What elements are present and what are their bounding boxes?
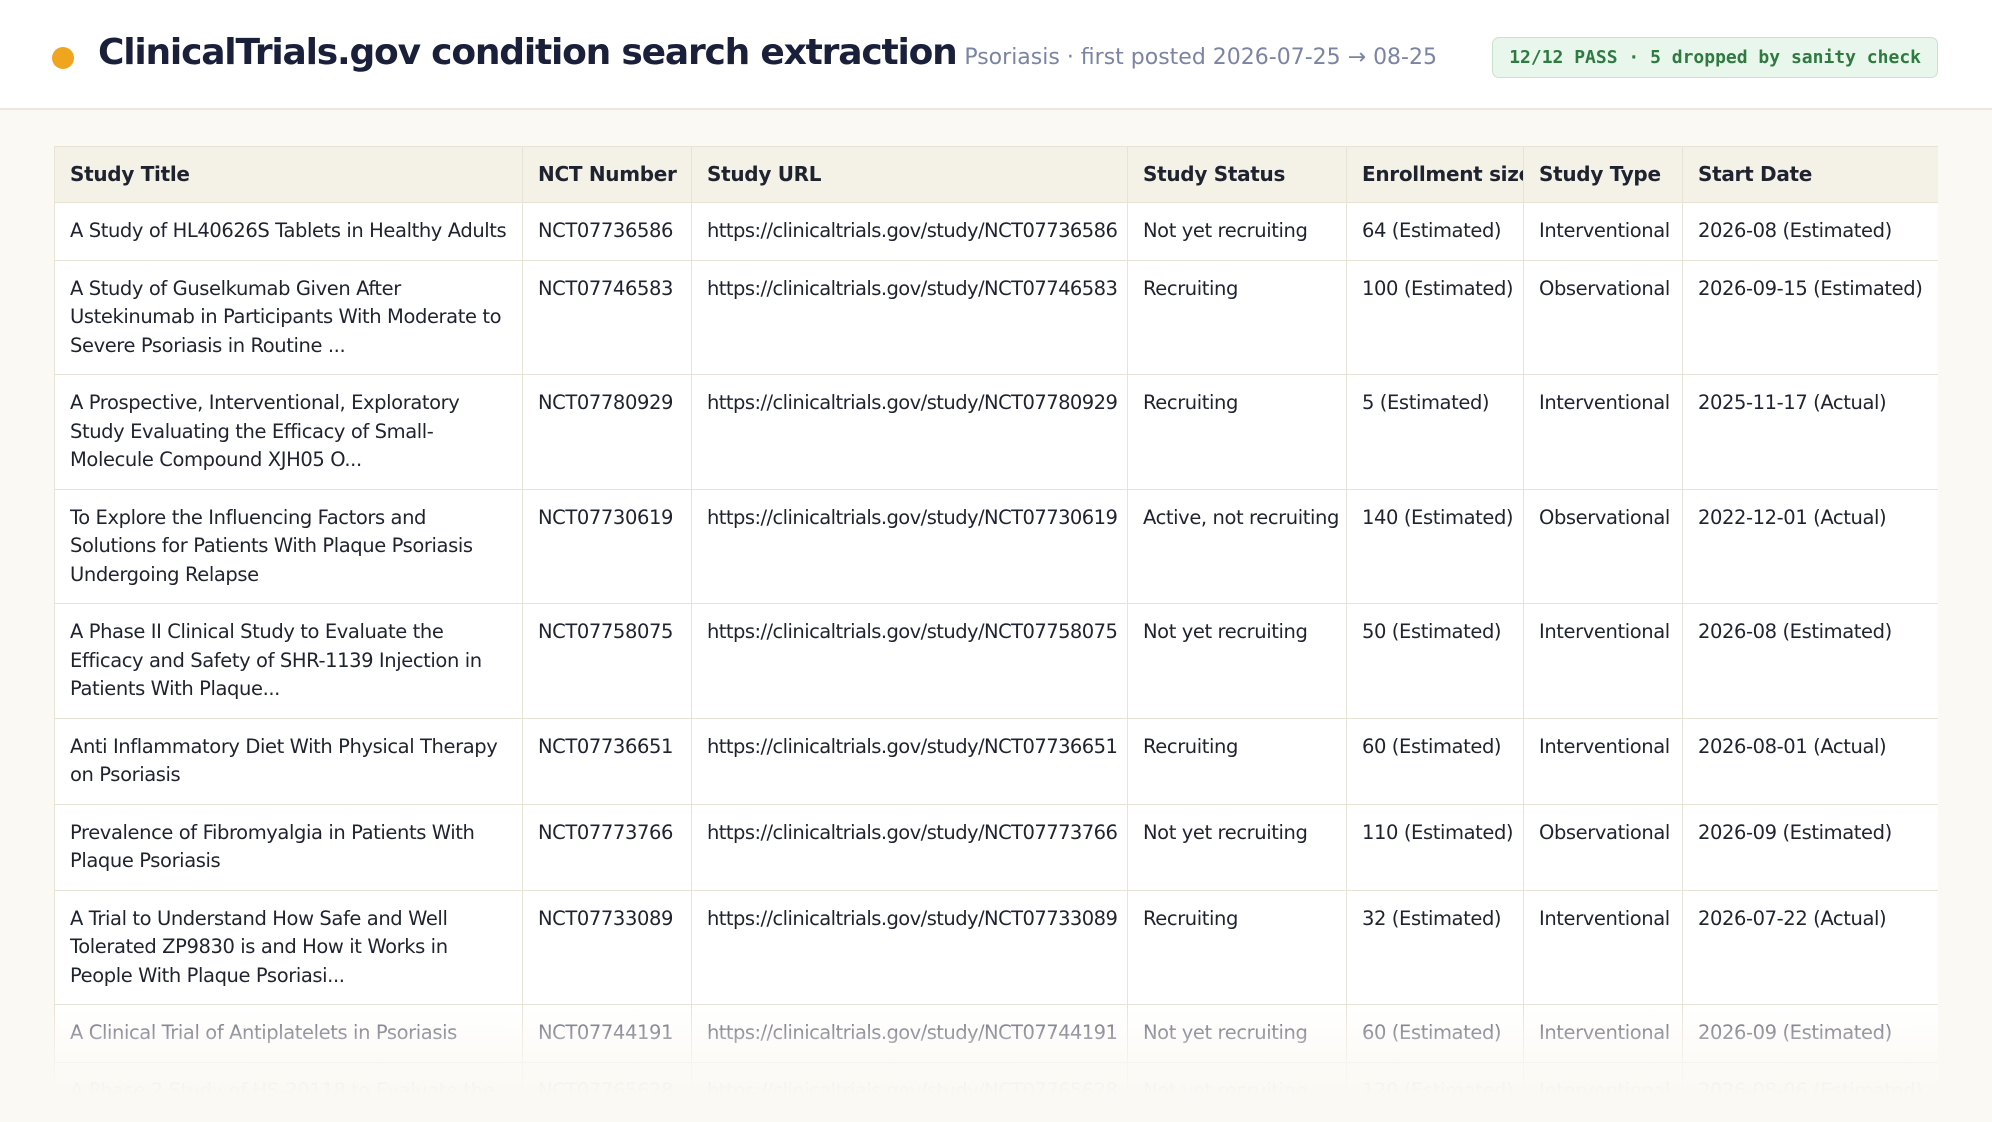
cell-study-url[interactable]: https://clinicaltrials.gov/study/NCT0773…: [691, 202, 1128, 261]
cell-study-url[interactable]: https://clinicaltrials.gov/study/NCT0773…: [691, 889, 1128, 1005]
table-header-row: Study Title NCT Number Study URL Study S…: [54, 146, 1938, 203]
cell-study-type: Interventional: [1523, 374, 1683, 490]
cell-study-status: Not yet recruiting: [1127, 603, 1347, 719]
cell-nct-number: NCT07765628: [522, 1061, 692, 1096]
cell-study-status: Not yet recruiting: [1127, 1004, 1347, 1063]
table-row: A Prospective, Interventional, Explorato…: [54, 374, 1938, 490]
cell-study-status: Not yet recruiting: [1127, 803, 1347, 891]
cell-study-type: Observational: [1523, 259, 1683, 375]
cell-enrollment-size: 60 (Estimated): [1346, 1004, 1524, 1063]
cell-nct-number: NCT07758075: [522, 603, 692, 719]
cell-enrollment-size: 5 (Estimated): [1346, 374, 1524, 490]
cell-start-date: 2026-08 (Estimated): [1682, 202, 1938, 261]
cell-start-date: 2022-12-01 (Actual): [1682, 488, 1938, 604]
page-title: ClinicalTrials.gov condition search extr…: [98, 32, 958, 73]
column-header-study-title[interactable]: Study Title: [54, 146, 523, 203]
cell-study-type: Interventional: [1523, 1004, 1683, 1063]
status-dot: [52, 47, 74, 69]
table-row: A Trial to Understand How Safe and Well …: [54, 889, 1938, 1005]
cell-enrollment-size: 64 (Estimated): [1346, 202, 1524, 261]
column-header-study-url[interactable]: Study URL: [691, 146, 1128, 203]
cell-enrollment-size: 120 (Estimated): [1346, 1061, 1524, 1096]
cell-start-date: 2026-09 (Estimated): [1682, 1004, 1938, 1063]
cell-nct-number: NCT07746583: [522, 259, 692, 375]
column-header-nct-number[interactable]: NCT Number: [522, 146, 692, 203]
cell-nct-number: NCT07736586: [522, 202, 692, 261]
cell-study-type: Interventional: [1523, 603, 1683, 719]
cell-study-status: Not yet recruiting: [1127, 1061, 1347, 1096]
page-header: ClinicalTrials.gov condition search extr…: [0, 0, 1992, 110]
cell-enrollment-size: 60 (Estimated): [1346, 717, 1524, 805]
search-summary: Psoriasis · first posted 2026-07-25 → 08…: [964, 45, 1437, 70]
table-row: A Phase 2 Study of HS-20118 to Evaluate …: [54, 1061, 1938, 1096]
cell-study-status: Recruiting: [1127, 259, 1347, 375]
cell-study-type: Interventional: [1523, 717, 1683, 805]
results-table-container[interactable]: Study Title NCT Number Study URL Study S…: [54, 146, 1938, 1096]
cell-study-url[interactable]: https://clinicaltrials.gov/study/NCT0778…: [691, 374, 1128, 490]
cell-start-date: 2026-08-01 (Actual): [1682, 717, 1938, 805]
cell-study-type: Observational: [1523, 803, 1683, 891]
table-row: A Study of Guselkumab Given After Usteki…: [54, 259, 1938, 375]
cell-study-url[interactable]: https://clinicaltrials.gov/study/NCT0774…: [691, 259, 1128, 375]
table-row: To Explore the Influencing Factors and S…: [54, 488, 1938, 604]
cell-study-type: Interventional: [1523, 202, 1683, 261]
cell-study-title: Anti Inflammatory Diet With Physical The…: [54, 717, 523, 805]
column-header-study-status[interactable]: Study Status: [1127, 146, 1347, 203]
cell-study-status: Not yet recruiting: [1127, 202, 1347, 261]
cell-study-url[interactable]: https://clinicaltrials.gov/study/NCT0776…: [691, 1061, 1128, 1096]
cell-study-url[interactable]: https://clinicaltrials.gov/study/NCT0775…: [691, 603, 1128, 719]
column-header-enrollment-size[interactable]: Enrollment size: [1346, 146, 1524, 203]
table-row: A Clinical Trial of Antiplatelets in Pso…: [54, 1004, 1938, 1063]
cell-study-type: Observational: [1523, 488, 1683, 604]
cell-enrollment-size: 140 (Estimated): [1346, 488, 1524, 604]
table-row: Prevalence of Fibromyalgia in Patients W…: [54, 803, 1938, 891]
table-row: Anti Inflammatory Diet With Physical The…: [54, 717, 1938, 805]
cell-nct-number: NCT07780929: [522, 374, 692, 490]
cell-nct-number: NCT07736651: [522, 717, 692, 805]
cell-study-status: Recruiting: [1127, 374, 1347, 490]
results-table: Study Title NCT Number Study URL Study S…: [54, 146, 1938, 1096]
column-header-start-date[interactable]: Start Date: [1682, 146, 1938, 203]
cell-nct-number: NCT07744191: [522, 1004, 692, 1063]
cell-start-date: 2026-08 (Estimated): [1682, 603, 1938, 719]
cell-study-title: Prevalence of Fibromyalgia in Patients W…: [54, 803, 523, 891]
column-header-study-type[interactable]: Study Type: [1523, 146, 1683, 203]
cell-study-title: To Explore the Influencing Factors and S…: [54, 488, 523, 604]
cell-study-title: A Prospective, Interventional, Explorato…: [54, 374, 523, 490]
cell-start-date: 2026-09 (Estimated): [1682, 803, 1938, 891]
cell-enrollment-size: 100 (Estimated): [1346, 259, 1524, 375]
cell-study-url[interactable]: https://clinicaltrials.gov/study/NCT0777…: [691, 803, 1128, 891]
cell-nct-number: NCT07730619: [522, 488, 692, 604]
cell-study-url[interactable]: https://clinicaltrials.gov/study/NCT0773…: [691, 488, 1128, 604]
cell-study-title: A Clinical Trial of Antiplatelets in Pso…: [54, 1004, 523, 1063]
cell-study-title: A Study of HL40626S Tablets in Healthy A…: [54, 202, 523, 261]
cell-start-date: 2026-07-22 (Actual): [1682, 889, 1938, 1005]
cell-study-type: Interventional: [1523, 889, 1683, 1005]
cell-start-date: 2025-11-17 (Actual): [1682, 374, 1938, 490]
cell-study-title: A Study of Guselkumab Given After Usteki…: [54, 259, 523, 375]
pass-badge: 12/12 PASS · 5 dropped by sanity check: [1492, 37, 1938, 78]
cell-enrollment-size: 50 (Estimated): [1346, 603, 1524, 719]
table-row: A Study of HL40626S Tablets in Healthy A…: [54, 202, 1938, 261]
cell-study-status: Recruiting: [1127, 717, 1347, 805]
cell-study-url[interactable]: https://clinicaltrials.gov/study/NCT0773…: [691, 717, 1128, 805]
cell-study-status: Recruiting: [1127, 889, 1347, 1005]
cell-study-type: Interventional: [1523, 1061, 1683, 1096]
cell-study-title: A Trial to Understand How Safe and Well …: [54, 889, 523, 1005]
cell-enrollment-size: 32 (Estimated): [1346, 889, 1524, 1005]
cell-study-title: A Phase II Clinical Study to Evaluate th…: [54, 603, 523, 719]
cell-nct-number: NCT07733089: [522, 889, 692, 1005]
cell-study-status: Active, not recruiting: [1127, 488, 1347, 604]
cell-start-date: 2026-08-06 (Estimated): [1682, 1061, 1938, 1096]
table-row: A Phase II Clinical Study to Evaluate th…: [54, 603, 1938, 719]
cell-study-title: A Phase 2 Study of HS-20118 to Evaluate …: [54, 1061, 523, 1096]
cell-nct-number: NCT07773766: [522, 803, 692, 891]
cell-enrollment-size: 110 (Estimated): [1346, 803, 1524, 891]
cell-study-url[interactable]: https://clinicaltrials.gov/study/NCT0774…: [691, 1004, 1128, 1063]
cell-start-date: 2026-09-15 (Estimated): [1682, 259, 1938, 375]
